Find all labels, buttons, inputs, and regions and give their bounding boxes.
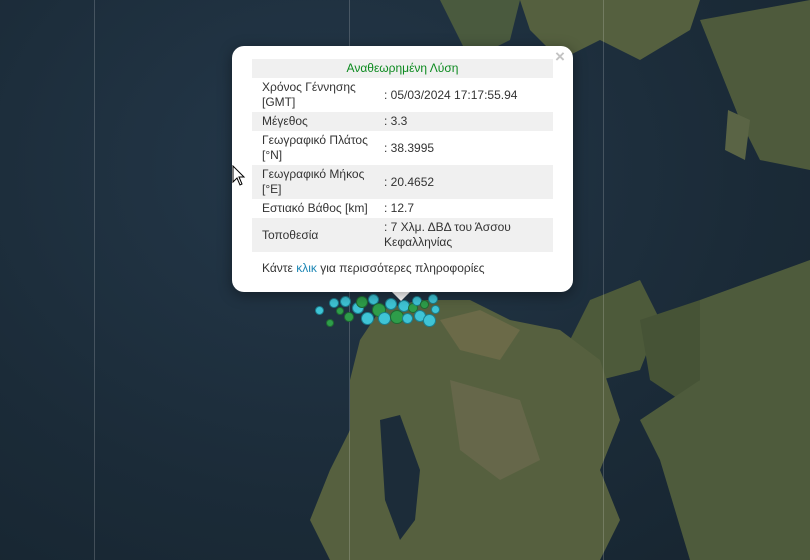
earthquake-marker[interactable]	[344, 312, 354, 322]
popup-title: Αναθεωρημένη Λύση	[252, 59, 553, 78]
latitude-label: Γεωγραφικό Πλάτος [°N]	[262, 133, 368, 162]
latitude-value: : 38.3995	[384, 140, 435, 155]
earthquake-marker[interactable]	[315, 306, 324, 315]
mainland-east	[700, 0, 810, 170]
earthquake-marker[interactable]	[361, 312, 374, 325]
earthquake-marker[interactable]	[326, 319, 334, 327]
more-info-line: Κάντε κλικ για περισσότερες πληροφορίες	[262, 261, 485, 275]
depth-value: : 12.7	[384, 201, 415, 215]
earthquake-marker[interactable]	[423, 314, 436, 327]
more-info-link[interactable]: κλικ	[296, 261, 317, 275]
graticule-line	[603, 0, 604, 560]
longitude-label: Γεωγραφικό Μήκος [°E]	[252, 165, 380, 199]
earthquake-marker[interactable]	[340, 296, 351, 307]
magnitude-label: Μέγεθος	[252, 112, 380, 131]
earthquake-marker[interactable]	[336, 307, 344, 315]
earthquake-marker[interactable]	[402, 313, 413, 324]
event-details-table: Αναθεωρημένη Λύση Χρόνος Γέννησης [GMT] …	[252, 59, 553, 252]
mainland-south-east	[640, 260, 810, 560]
origin-time-label: Χρόνος Γέννησης [GMT]	[262, 80, 356, 109]
more-info-suffix: για περισσότερες πληροφορίες	[316, 261, 485, 275]
earthquake-marker[interactable]	[356, 296, 368, 308]
location-label: Τοποθεσία	[252, 218, 380, 252]
longitude-value: : 20.4652	[380, 165, 553, 199]
origin-time-value: : 05/03/2024 17:17:55.94	[384, 87, 518, 102]
more-info-prefix: Κάντε	[262, 261, 297, 275]
earthquake-marker[interactable]	[428, 294, 438, 304]
graticule-line	[94, 0, 95, 560]
mouse-cursor-icon	[232, 165, 246, 186]
location-value: : 7 Χλμ. ΔΒΔ του Άσσου Κεφαλληνίας	[380, 218, 553, 252]
earthquake-info-popup: × Αναθεωρημένη Λύση Χρόνος Γέννησης [GMT…	[232, 46, 573, 292]
magnitude-value: : 3.3	[380, 112, 553, 131]
depth-label: Εστιακό Βάθος [km]	[262, 201, 368, 215]
earthquake-marker[interactable]	[378, 312, 391, 325]
close-icon[interactable]: ×	[552, 48, 568, 65]
earthquake-marker[interactable]	[431, 305, 440, 314]
